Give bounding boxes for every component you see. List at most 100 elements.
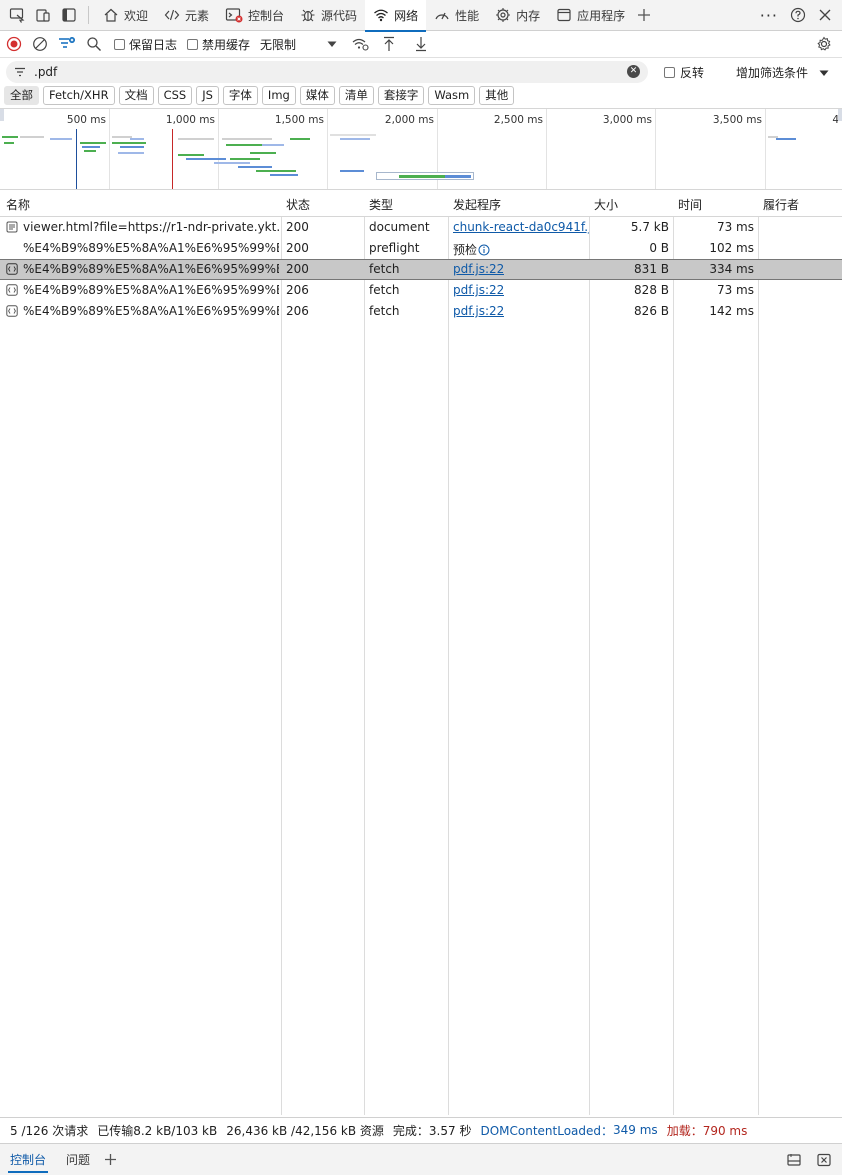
dock-side-icon[interactable] (56, 2, 82, 28)
request-bar (340, 170, 364, 172)
add-tab-button[interactable] (633, 0, 655, 31)
tick-label: 1,000 ms (165, 114, 215, 126)
device-emulation-icon[interactable] (30, 2, 56, 28)
chevron-down-icon (819, 70, 829, 76)
tab-elements[interactable]: 元素 (156, 0, 217, 31)
tab-label: 欢迎 (124, 8, 149, 23)
table-row[interactable]: %E4%B9%89%E5%8A%A1%E6%95%99%E... 206 fet… (0, 280, 842, 301)
throttling-select[interactable]: 无限制 (260, 36, 338, 53)
upload-icon (384, 36, 395, 51)
column-header-fulfilled-by[interactable]: 履行者 (763, 196, 799, 213)
grid-line (109, 109, 110, 189)
column-header-size[interactable]: 大小 (594, 196, 618, 213)
import-har-button[interactable] (382, 33, 396, 55)
filter-value[interactable]: .pdf (34, 65, 57, 79)
tab-network[interactable]: 网络 (365, 0, 427, 32)
filter-input[interactable]: .pdf ✕ (6, 61, 648, 83)
more-filters-label: 增加筛选条件 (736, 66, 809, 80)
checkbox-box[interactable] (664, 67, 675, 78)
clear-filter-icon[interactable]: ✕ (627, 65, 640, 78)
tab-application[interactable]: 应用程序 (548, 0, 633, 31)
request-size: 0 B (649, 241, 669, 255)
more-options-icon[interactable]: ··· (760, 6, 778, 25)
column-header-status[interactable]: 状态 (286, 196, 310, 213)
drawer-add-tab-button[interactable] (100, 1144, 121, 1175)
chip-font[interactable]: 字体 (222, 86, 258, 105)
chip-manifest[interactable]: 清单 (338, 86, 374, 105)
chip-media[interactable]: 媒体 (299, 86, 335, 105)
drawer-tab-issues[interactable]: 问题 (56, 1144, 100, 1175)
tick-label: 2,500 ms (493, 114, 543, 126)
chip-img[interactable]: Img (261, 86, 296, 105)
clear-button[interactable] (32, 33, 48, 55)
preserve-log-checkbox[interactable]: 保留日志 (114, 36, 177, 53)
chip-doc[interactable]: 文档 (118, 86, 154, 105)
request-initiator-link[interactable]: chunk-react-da0c941f.js (453, 220, 589, 234)
request-name[interactable]: %E4%B9%89%E5%8A%A1%E6%95%99%E... (23, 283, 279, 297)
console-icon (225, 8, 243, 23)
column-header-name[interactable]: 名称 (6, 196, 30, 213)
network-overview-timeline[interactable]: 500 ms 1,000 ms 1,500 ms 2,000 ms 2,500 … (0, 108, 842, 190)
finish-time: 完成：3.57 秒 (392, 1123, 472, 1138)
tab-memory[interactable]: 内存 (487, 0, 548, 31)
column-header-initiator[interactable]: 发起程序 (453, 196, 501, 213)
tab-welcome[interactable]: 欢迎 (95, 0, 156, 31)
network-settings-button[interactable] (816, 33, 832, 55)
chip-js[interactable]: JS (196, 86, 219, 105)
request-name[interactable]: %E4%B9%89%E5%8A%A1%E6%95%99%E... (23, 262, 279, 276)
chip-other[interactable]: 其他 (479, 86, 515, 105)
overview-left-handle[interactable] (0, 109, 4, 121)
preserve-log-label: 保留日志 (129, 37, 178, 52)
chip-socket[interactable]: 套接字 (377, 86, 425, 105)
close-icon[interactable] (818, 8, 832, 22)
tab-console[interactable]: 控制台 (217, 0, 292, 31)
disable-cache-checkbox[interactable]: 禁用缓存 (187, 36, 250, 53)
request-bar (2, 136, 18, 138)
drawer-tab-label: 问题 (66, 1153, 91, 1167)
table-row[interactable]: %E4%B9%89%E5%8A%A1%E6%95%99%E... 206 fet… (0, 301, 842, 322)
request-bar (178, 154, 204, 156)
overview-selection-window[interactable] (376, 172, 474, 180)
more-filters-dropdown[interactable]: 增加筛选条件 (736, 64, 830, 81)
request-name[interactable]: %E4%B9%89%E5%8A%A1%E6%95%99%E... (23, 241, 279, 255)
invert-label: 反转 (680, 66, 705, 80)
drawer-tab-console[interactable]: 控制台 (0, 1144, 56, 1175)
request-name[interactable]: viewer.html?file=https://r1-ndr-private.… (23, 220, 279, 234)
request-type: fetch (369, 283, 400, 297)
filter-toggle-button[interactable] (58, 33, 76, 55)
overview-right-handle[interactable] (838, 109, 842, 121)
export-har-button[interactable] (414, 33, 428, 55)
help-icon[interactable] (790, 7, 806, 23)
dock-drawer-icon[interactable] (786, 1152, 802, 1168)
info-icon[interactable] (478, 244, 490, 256)
tick-label: 3,500 ms (712, 114, 762, 126)
chip-fetch-xhr[interactable]: Fetch/XHR (43, 86, 115, 105)
checkbox-box[interactable] (114, 38, 125, 50)
filter-row: .pdf ✕ 反转 增加筛选条件 (0, 59, 842, 85)
table-row-selected[interactable]: %E4%B9%89%E5%8A%A1%E6%95%99%E... 200 fet… (0, 259, 842, 280)
network-conditions-button[interactable] (352, 33, 370, 55)
record-button[interactable] (6, 33, 22, 55)
table-row[interactable]: %E4%B9%89%E5%8A%A1%E6%95%99%E... 200 pre… (0, 238, 842, 259)
close-drawer-icon[interactable] (816, 1152, 832, 1168)
chip-css[interactable]: CSS (157, 86, 193, 105)
grid-line (327, 109, 328, 189)
request-initiator-link[interactable]: pdf.js:22 (453, 262, 504, 276)
request-initiator-link[interactable]: pdf.js:22 (453, 304, 504, 318)
column-header-type[interactable]: 类型 (369, 196, 393, 213)
table-row[interactable]: viewer.html?file=https://r1-ndr-private.… (0, 217, 842, 238)
request-name[interactable]: %E4%B9%89%E5%8A%A1%E6%95%99%E... (23, 304, 279, 318)
chip-wasm[interactable]: Wasm (428, 86, 476, 105)
inspect-element-icon[interactable] (4, 2, 30, 28)
checkbox-box[interactable] (187, 38, 199, 50)
invert-checkbox[interactable]: 反转 (664, 64, 704, 81)
tab-sources[interactable]: 源代码 (292, 0, 365, 31)
chip-all[interactable]: 全部 (4, 86, 39, 105)
record-icon (6, 36, 22, 52)
column-header-time[interactable]: 时间 (678, 196, 702, 213)
request-size: 831 B (634, 262, 669, 276)
request-initiator-link[interactable]: pdf.js:22 (453, 283, 504, 297)
request-size: 826 B (634, 304, 669, 318)
search-button[interactable] (86, 33, 102, 55)
tab-performance[interactable]: 性能 (426, 0, 487, 31)
